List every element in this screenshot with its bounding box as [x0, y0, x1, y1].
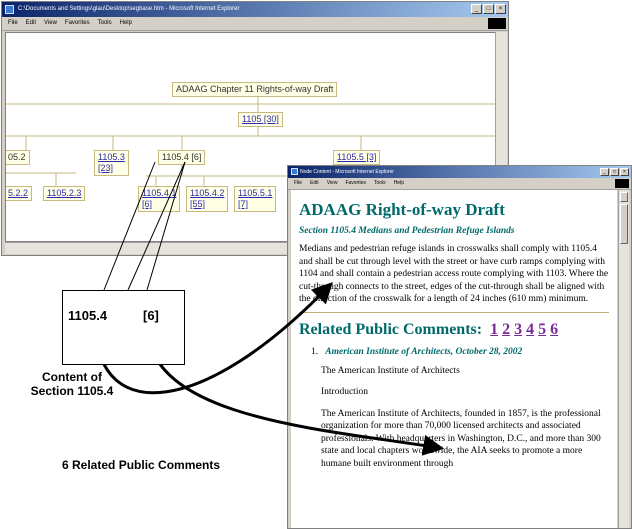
menu-favorites[interactable]: Favorites	[65, 17, 90, 30]
tree-node-1105-2-2[interactable]: 5.2.2	[6, 186, 33, 201]
menu-file[interactable]: File	[8, 17, 18, 30]
comment-link-1[interactable]: 1	[490, 321, 498, 338]
comment-link-3[interactable]: 3	[514, 321, 522, 338]
tree-window-menubar: File Edit View Favorites Tools Help	[2, 17, 508, 31]
tree-node-1105-4-2[interactable]: 1105.4.2 [55]	[186, 186, 229, 212]
tree-node-1105-4-1[interactable]: 1105.4.1 [6]	[138, 186, 181, 212]
menu-view[interactable]: View	[327, 178, 338, 189]
close-button[interactable]: ×	[620, 168, 629, 176]
comment-organization: The American Institute of Architects	[321, 365, 460, 376]
document-title: ADAAG Right-of-way Draft	[299, 200, 505, 219]
menu-tools[interactable]: Tools	[98, 17, 112, 30]
section-body: Medians and pedestrian refuge islands in…	[299, 244, 609, 304]
minimize-button[interactable]: _	[600, 168, 609, 176]
tree-node-1105-3[interactable]: 1105.3 [23]	[94, 150, 129, 176]
content-window-title: Node Content - Microsoft Internet Explor…	[300, 169, 394, 175]
tree-node-1105-5[interactable]: 1105.5 [3]	[333, 150, 381, 165]
comment-number: 1.	[311, 346, 319, 357]
comment-link-4[interactable]: 4	[526, 321, 534, 338]
ie-page-icon	[5, 5, 14, 14]
maximize-button[interactable]: □	[483, 4, 494, 14]
maximize-button[interactable]: □	[610, 168, 619, 176]
tree-window-title: C:\Documents and Settings\glau\Desktop\s…	[18, 6, 240, 12]
related-comments-heading: Related Public Comments: 123456	[299, 321, 609, 339]
menu-file[interactable]: File	[294, 178, 302, 189]
comment-introduction-label: Introduction	[321, 387, 368, 397]
tree-node-1105[interactable]: 1105 [30]	[238, 112, 283, 127]
comment-link-5[interactable]: 5	[538, 321, 546, 338]
tree-node-1105-2[interactable]: 05.2	[6, 150, 30, 165]
menu-edit[interactable]: Edit	[310, 178, 319, 189]
node-content-document: ADAAG Right-of-way Draft Section 1105.4 …	[291, 190, 617, 528]
content-vertical-scrollbar[interactable]	[618, 190, 629, 528]
content-browser-window: Node Content - Microsoft Internet Explor…	[287, 165, 632, 529]
minimize-button[interactable]: _	[471, 4, 482, 14]
content-window-menubar: File Edit View Favorites Tools Help	[288, 178, 631, 190]
close-button[interactable]: ×	[495, 4, 506, 14]
comment-heading: 1. American Institute of Architects, Oct…	[311, 347, 609, 357]
tree-window-titlebar: C:\Documents and Settings\glau\Desktop\s…	[2, 2, 508, 17]
scroll-up-arrow[interactable]	[620, 192, 628, 202]
menu-help[interactable]: Help	[120, 17, 132, 30]
tree-node-root[interactable]: ADAAG Chapter 11 Rights-of-way Draft	[172, 82, 338, 97]
menu-favorites[interactable]: Favorites	[345, 178, 366, 189]
comment-link-2[interactable]: 2	[502, 321, 510, 338]
menu-tools[interactable]: Tools	[374, 178, 386, 189]
menu-help[interactable]: Help	[394, 178, 404, 189]
zoomed-comment-count: [6]	[143, 308, 159, 323]
scroll-thumb[interactable]	[620, 204, 628, 244]
zoomed-node-callout: 1105.4 [6]	[62, 290, 185, 365]
content-window-titlebar: Node Content - Microsoft Internet Explor…	[288, 166, 631, 178]
section-heading: Section 1105.4 Medians and Pedestrian Re…	[299, 226, 515, 236]
caption-related-comments: 6 Related Public Comments	[62, 458, 221, 472]
comment-text: The American Institute of Architects, fo…	[321, 408, 601, 469]
windows-logo-throbber	[488, 18, 506, 29]
caption-content-of-section: Content of Section 1105.4	[30, 370, 114, 398]
tree-node-1105-5-1[interactable]: 1105.5.1 [7]	[234, 186, 277, 212]
menu-view[interactable]: View	[44, 17, 57, 30]
divider	[299, 311, 609, 313]
menu-edit[interactable]: Edit	[26, 17, 36, 30]
tree-node-1105-2-3[interactable]: 1105.2.3	[43, 186, 86, 201]
related-comments-label: Related Public Comments:	[299, 320, 483, 338]
comment-source: American Institute of Architects, Octobe…	[325, 346, 523, 357]
zoomed-section-id: 1105.4	[68, 308, 108, 323]
windows-logo-throbber	[615, 179, 629, 188]
comment-link-6[interactable]: 6	[550, 321, 558, 338]
ie-page-icon	[291, 168, 298, 175]
tree-node-1105-4[interactable]: 1105.4 [6]	[158, 150, 206, 165]
